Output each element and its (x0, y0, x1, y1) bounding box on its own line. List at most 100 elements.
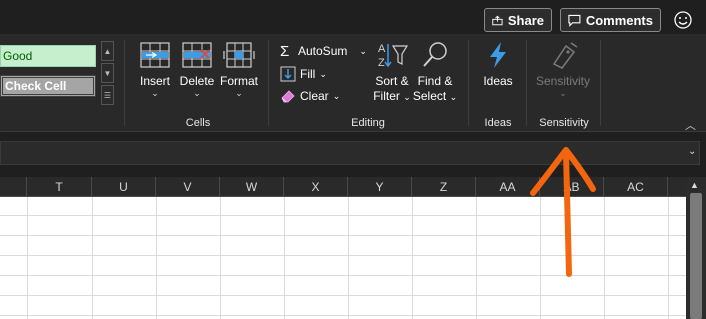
styles-more-button[interactable]: ☰ (101, 85, 114, 105)
chevron-down-icon: ⌄ (151, 88, 159, 98)
grid-line (0, 315, 686, 316)
ideas-group-label: Ideas (484, 117, 512, 129)
chevron-down-icon: ⌄ (449, 92, 458, 102)
ideas-label: Ideas (483, 74, 513, 88)
lightning-bolt-icon (490, 42, 506, 68)
eraser-icon (281, 90, 295, 103)
column-header[interactable]: Y (348, 177, 412, 197)
share-button[interactable]: Share (484, 8, 552, 32)
column-header[interactable]: T (27, 177, 92, 197)
fill-label: Fill (300, 67, 316, 81)
autosum-label: AutoSum (298, 44, 348, 58)
feedback-smiley-icon[interactable] (672, 9, 694, 31)
sort-filter-label-line2-row: Filter ⌄ (373, 89, 411, 105)
chevron-down-icon: ⌄ (403, 92, 411, 102)
chevron-up-icon: ︿ (685, 120, 696, 132)
comments-button[interactable]: Comments (560, 8, 661, 32)
chevron-down-icon: ▼ (103, 68, 112, 78)
title-bar: Share Comments (0, 0, 706, 34)
column-header[interactable]: W (220, 177, 284, 197)
column-header[interactable]: AA (476, 177, 540, 197)
formula-bar: ⌄ (0, 137, 706, 173)
clear-button[interactable]: Clear ⌄ (280, 86, 340, 106)
column-header[interactable]: Z (412, 177, 476, 197)
find-select-label-line2-row: Select ⌄ (413, 89, 457, 105)
column-header[interactable]: AC (604, 177, 668, 197)
comments-label: Comments (585, 12, 653, 28)
column-header[interactable]: AB (540, 177, 604, 197)
editing-group-label: Editing (351, 117, 385, 129)
comment-icon (568, 14, 581, 27)
sort-filter-label-line2: Filter (373, 89, 400, 103)
collapse-ribbon-button[interactable]: ︿ (685, 117, 696, 133)
column-header-partial[interactable] (0, 177, 27, 197)
sort-filter-label-line1: Sort & (375, 74, 409, 88)
sensitivity-button[interactable]: Sensitivity ⌄ (534, 40, 592, 98)
grid-line (0, 255, 686, 256)
ideas-button[interactable]: Ideas (480, 40, 516, 89)
sensitivity-label-icon (552, 42, 578, 69)
grid-line (0, 295, 686, 296)
magnifier-icon (423, 42, 447, 67)
format-label: Format (219, 74, 258, 88)
find-select-label-line2: Select (412, 89, 447, 103)
cell-style-good[interactable]: Good (0, 45, 96, 67)
svg-text:Z: Z (378, 57, 385, 69)
scrollbar-thumb[interactable] (690, 193, 702, 319)
grid-line (0, 275, 686, 276)
group-separator (468, 40, 469, 126)
sort-filter-button[interactable]: A Z Sort & Filter ⌄ (372, 40, 412, 105)
delete-cells-icon (182, 42, 212, 68)
column-headers: T U V W X Y Z AA AB AC (0, 177, 686, 197)
worksheet-grid[interactable] (0, 197, 686, 319)
column-header[interactable]: U (92, 177, 156, 197)
cell-style-good-label: Good (3, 49, 33, 63)
group-separator (600, 40, 601, 126)
chevron-up-icon: ▲ (103, 46, 112, 56)
sensitivity-label: Sensitivity (535, 74, 591, 88)
expand-formula-bar-icon[interactable]: ⌄ (688, 146, 696, 157)
cells-group-label: Cells (185, 117, 211, 129)
autosum-button[interactable]: Σ AutoSum ⌄ (280, 41, 367, 61)
column-header[interactable]: X (284, 177, 348, 197)
svg-text:A: A (378, 43, 386, 55)
group-separator (268, 40, 269, 126)
format-cells-icon (223, 42, 255, 68)
sigma-icon: Σ (280, 42, 290, 60)
share-icon (492, 15, 503, 25)
delete-button[interactable]: Delete ⌄ (178, 40, 216, 98)
chevron-down-icon: ⌄ (319, 68, 327, 79)
ribbon: Good Check Cell ▲ ▼ ☰ Insert ⌄ Delete ⌄ … (0, 34, 706, 132)
clear-label: Clear (300, 89, 329, 103)
chevron-down-icon: ⌄ (359, 45, 367, 56)
sensitivity-group-label: Sensitivity (539, 117, 589, 129)
cell-style-check-cell[interactable]: Check Cell (0, 75, 96, 97)
vertical-scrollbar[interactable]: ▲ (686, 177, 706, 319)
grid-line (0, 215, 686, 216)
chevron-down-icon: ⌄ (235, 88, 243, 98)
sort-filter-icon: A Z (378, 43, 409, 69)
insert-label: Insert (139, 74, 170, 88)
fill-down-icon (280, 66, 296, 82)
more-icon: ☰ (103, 90, 112, 100)
format-button[interactable]: Format ⌄ (219, 40, 259, 98)
column-header-partial[interactable] (668, 177, 686, 197)
group-separator (124, 40, 125, 126)
styles-scroll-down-button[interactable]: ▼ (101, 63, 114, 83)
formula-input[interactable] (0, 141, 700, 165)
group-separator (526, 40, 527, 126)
chevron-down-icon: ⌄ (193, 88, 201, 98)
find-select-button[interactable]: Find & Select ⌄ (413, 40, 457, 105)
insert-button[interactable]: Insert ⌄ (136, 40, 174, 98)
cell-style-check-cell-label: Check Cell (5, 79, 67, 93)
styles-scroll-up-button[interactable]: ▲ (101, 41, 114, 61)
insert-cells-icon (140, 42, 170, 68)
chevron-down-icon: ⌄ (332, 90, 341, 101)
share-label: Share (507, 12, 544, 28)
fill-button[interactable]: Fill ⌄ (280, 64, 327, 84)
chevron-down-icon: ⌄ (559, 88, 567, 98)
delete-label: Delete (179, 74, 215, 88)
column-header[interactable]: V (156, 177, 220, 197)
find-select-label-line1: Find & (417, 74, 453, 88)
scroll-up-arrow-icon[interactable]: ▲ (690, 180, 699, 190)
